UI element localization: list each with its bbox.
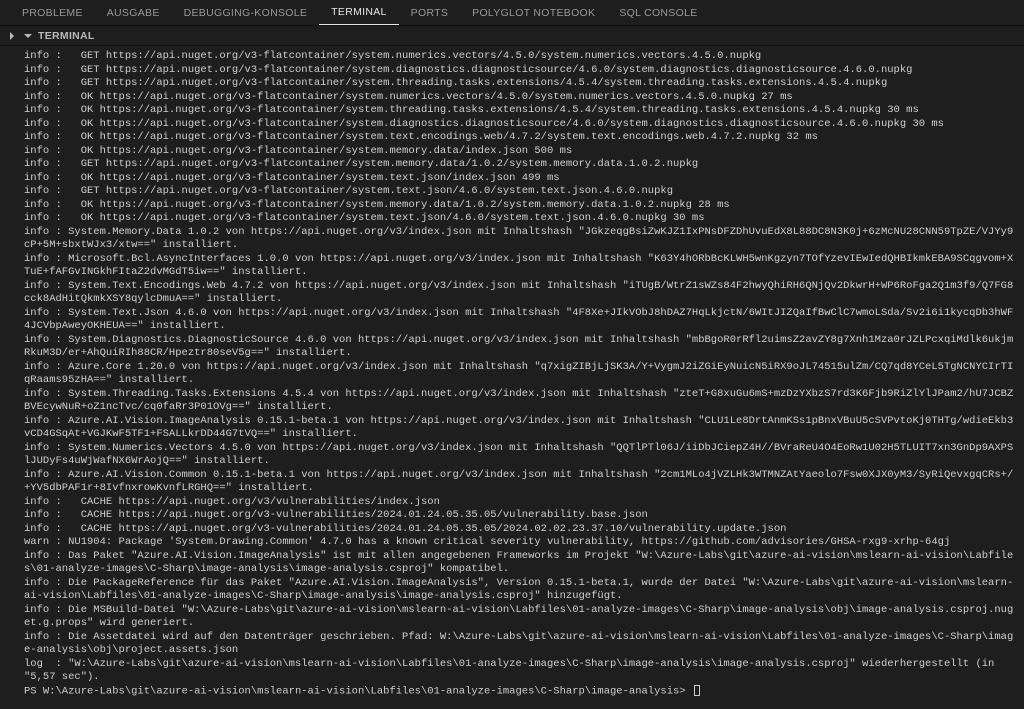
terminal-section-header[interactable]: TERMINAL (0, 26, 1024, 46)
tab-debug-console[interactable]: DEBUGGING-KONSOLE (172, 0, 320, 25)
terminal-line: info : CACHE https://api.nuget.org/v3/vu… (24, 496, 1016, 510)
tab-terminal[interactable]: TERMINAL (319, 0, 399, 25)
terminal-line: info : OK https://api.nuget.org/v3-flatc… (24, 91, 1016, 105)
terminal-line: info : Die Assetdatei wird auf den Daten… (24, 631, 1016, 658)
terminal-line: info : System.Text.Json 4.6.0 von https:… (24, 307, 1016, 334)
tab-problems[interactable]: PROBLEME (10, 0, 95, 25)
terminal-line: info : Das Paket "Azure.AI.Vision.ImageA… (24, 550, 1016, 577)
terminal-line: info : OK https://api.nuget.org/v3-flatc… (24, 172, 1016, 186)
terminal-line: info : System.Memory.Data 1.0.2 von http… (24, 226, 1016, 253)
terminal-line: info : Azure.AI.Vision.Common 0.15.1-bet… (24, 469, 1016, 496)
terminal-cursor (694, 685, 700, 696)
terminal-line: info : OK https://api.nuget.org/v3-flatc… (24, 199, 1016, 213)
terminal-line: info : OK https://api.nuget.org/v3-flatc… (24, 104, 1016, 118)
terminal-output[interactable]: info : GET https://api.nuget.org/v3-flat… (0, 46, 1024, 709)
terminal-line: info : System.Diagnostics.DiagnosticSour… (24, 334, 1016, 361)
terminal-line: info : Die PackageReference für das Pake… (24, 577, 1016, 604)
terminal-line: info : Azure.AI.Vision.ImageAnalysis 0.1… (24, 415, 1016, 442)
terminal-line: info : OK https://api.nuget.org/v3-flatc… (24, 212, 1016, 226)
terminal-line: info : GET https://api.nuget.org/v3-flat… (24, 50, 1016, 64)
chevron-right-icon (6, 30, 18, 42)
tab-output[interactable]: AUSGABE (95, 0, 172, 25)
terminal-line: info : GET https://api.nuget.org/v3-flat… (24, 185, 1016, 199)
terminal-line: info : GET https://api.nuget.org/v3-flat… (24, 64, 1016, 78)
terminal-line: info : Azure.Core 1.20.0 von https://api… (24, 361, 1016, 388)
terminal-line: info : CACHE https://api.nuget.org/v3-vu… (24, 523, 1016, 537)
terminal-line: info : OK https://api.nuget.org/v3-flatc… (24, 145, 1016, 159)
terminal-line: info : OK https://api.nuget.org/v3-flatc… (24, 131, 1016, 145)
terminal-line: info : GET https://api.nuget.org/v3-flat… (24, 158, 1016, 172)
chevron-down-icon (22, 30, 34, 42)
terminal-line: info : System.Threading.Tasks.Extensions… (24, 388, 1016, 415)
panel-tabbar: PROBLEME AUSGABE DEBUGGING-KONSOLE TERMI… (0, 0, 1024, 26)
terminal-line: info : CACHE https://api.nuget.org/v3-vu… (24, 509, 1016, 523)
terminal-line: warn : NU1904: Package 'System.Drawing.C… (24, 536, 1016, 550)
terminal-line: info : Die MSBuild-Datei "W:\Azure-Labs\… (24, 604, 1016, 631)
tab-polyglot-notebook[interactable]: POLYGLOT NOTEBOOK (460, 0, 607, 25)
terminal-section-title: TERMINAL (38, 30, 95, 42)
terminal-line: log : "W:\Azure-Labs\git\azure-ai-vision… (24, 658, 1016, 685)
terminal-line: info : OK https://api.nuget.org/v3-flatc… (24, 118, 1016, 132)
tab-ports[interactable]: PORTS (399, 0, 460, 25)
terminal-line: info : Microsoft.Bcl.AsyncInterfaces 1.0… (24, 253, 1016, 280)
terminal-line: info : GET https://api.nuget.org/v3-flat… (24, 77, 1016, 91)
terminal-line: info : System.Text.Encodings.Web 4.7.2 v… (24, 280, 1016, 307)
terminal-prompt[interactable]: PS W:\Azure-Labs\git\azure-ai-vision\msl… (24, 685, 1016, 699)
tab-sql-console[interactable]: SQL CONSOLE (607, 0, 709, 25)
terminal-line: info : System.Numerics.Vectors 4.5.0 von… (24, 442, 1016, 469)
